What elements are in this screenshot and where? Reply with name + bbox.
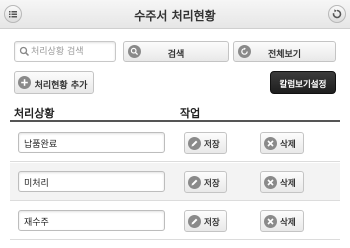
delete-button-label: 삭제 (280, 179, 296, 189)
view-all-button[interactable]: 전체보기 (233, 41, 336, 62)
table-row: 납품완료 저장 삭제 (10, 124, 340, 162)
search-row: 검색 전체보기 (14, 41, 336, 63)
search-icon (19, 46, 30, 57)
table-row: 재수주 저장 삭제 (10, 202, 340, 240)
delete-button-label: 삭제 (280, 140, 296, 150)
search-button[interactable]: 검색 (123, 41, 229, 62)
status-name-field[interactable]: 미처리 (18, 171, 165, 192)
save-button[interactable]: 저장 (184, 210, 227, 232)
add-status-button-label: 처리현황 추가 (34, 81, 88, 91)
refresh-button[interactable] (328, 5, 346, 23)
view-all-button-label: 전체보기 (267, 50, 302, 60)
refresh-icon (332, 9, 342, 19)
column-header-status: 처리상황 (14, 107, 55, 120)
page-title: 수주서 처리현황 (134, 9, 216, 23)
header-bar: 수주서 처리현황 (0, 0, 350, 29)
delete-button[interactable]: 삭제 (260, 210, 304, 232)
save-button-label: 저장 (204, 218, 220, 228)
close-icon (264, 176, 277, 189)
table-row: 미처리 저장 삭제 (10, 163, 340, 201)
add-status-button[interactable]: 처리현황 추가 (14, 71, 94, 94)
save-button-label: 저장 (204, 140, 220, 150)
pencil-icon (188, 137, 201, 150)
search-box (14, 41, 116, 62)
save-button[interactable]: 저장 (184, 171, 227, 193)
close-icon (264, 137, 277, 150)
delete-button[interactable]: 삭제 (260, 171, 304, 193)
save-button[interactable]: 저장 (184, 132, 227, 154)
status-name-field[interactable]: 재수주 (18, 210, 165, 231)
search-input[interactable] (31, 44, 115, 60)
pencil-icon (188, 176, 201, 189)
delete-button-label: 삭제 (280, 218, 296, 228)
close-icon (264, 215, 277, 228)
search-button-label: 검색 (167, 50, 185, 60)
column-settings-button[interactable]: 칼럼보기설정 (270, 71, 336, 94)
pencil-icon (188, 215, 201, 228)
status-name-field[interactable]: 납품완료 (18, 132, 165, 153)
column-header-actions: 작업 (180, 107, 201, 120)
table-header: 처리상황 작업 (10, 102, 340, 122)
delete-button[interactable]: 삭제 (260, 132, 304, 154)
save-button-label: 저장 (204, 179, 220, 189)
